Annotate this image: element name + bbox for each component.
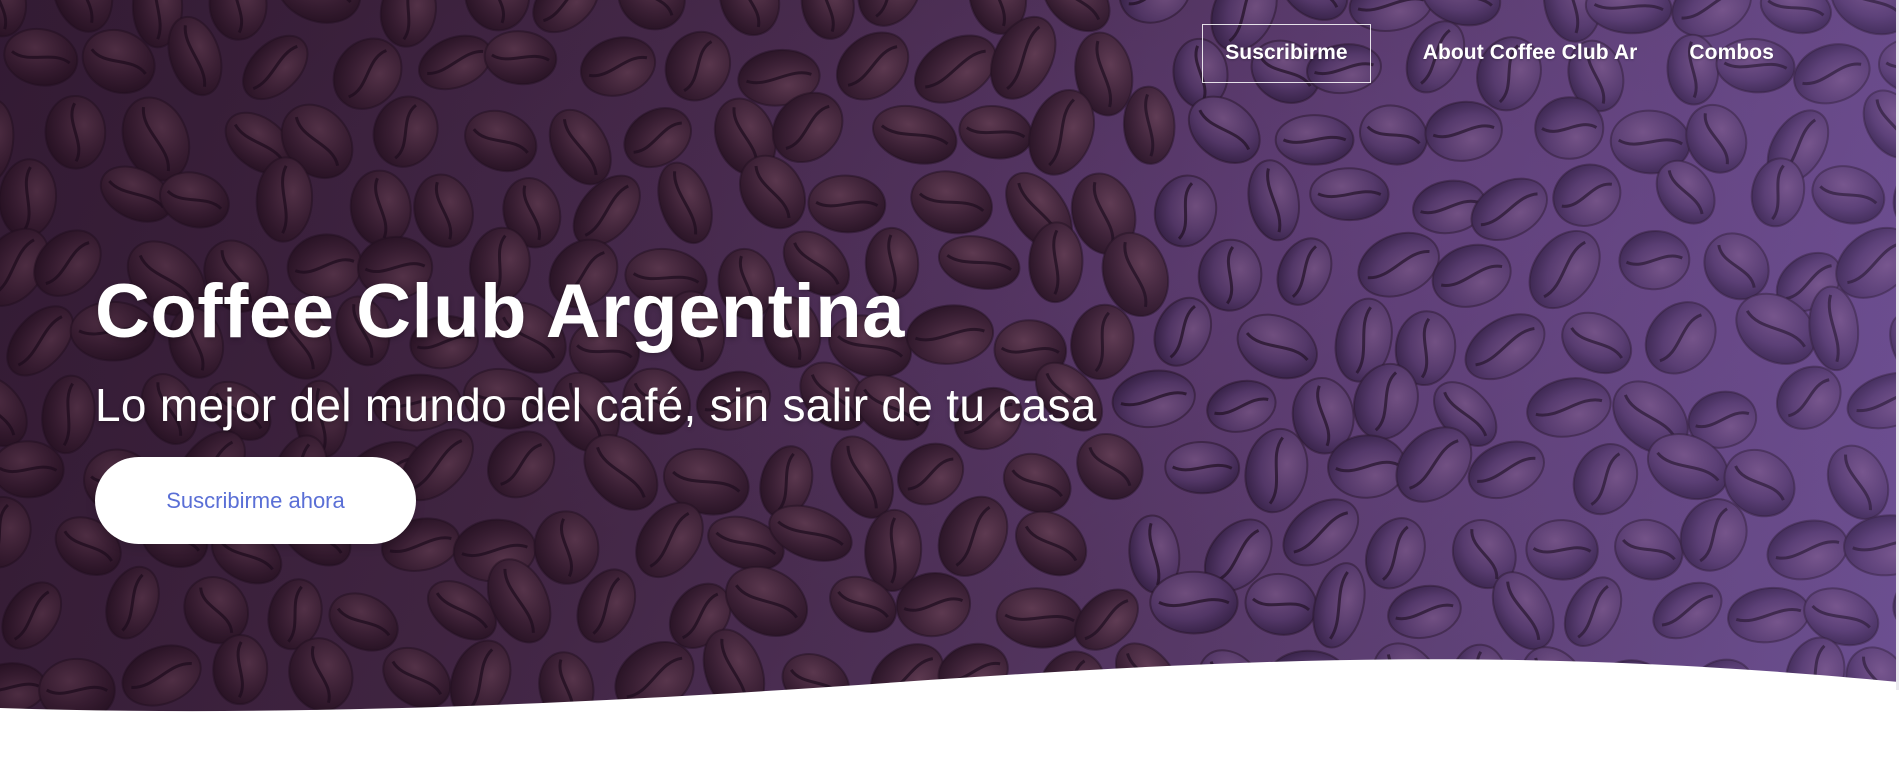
- hero-section: Suscribirme About Coffee Club Ar Combos …: [0, 0, 1899, 720]
- subscribe-now-button[interactable]: Suscribirme ahora: [95, 457, 416, 544]
- nav-suscribirme-link[interactable]: Suscribirme: [1202, 23, 1371, 83]
- hero-subtitle: Lo mejor del mundo del café, sin salir d…: [95, 379, 1097, 431]
- nav-combos-link[interactable]: Combos: [1689, 41, 1774, 65]
- hero-overlay: [0, 0, 1899, 720]
- top-nav: Suscribirme About Coffee Club Ar Combos: [1202, 23, 1774, 83]
- nav-about-link[interactable]: About Coffee Club Ar: [1423, 41, 1638, 65]
- wave-divider: [0, 659, 1899, 781]
- page-title: Coffee Club Argentina: [95, 269, 905, 354]
